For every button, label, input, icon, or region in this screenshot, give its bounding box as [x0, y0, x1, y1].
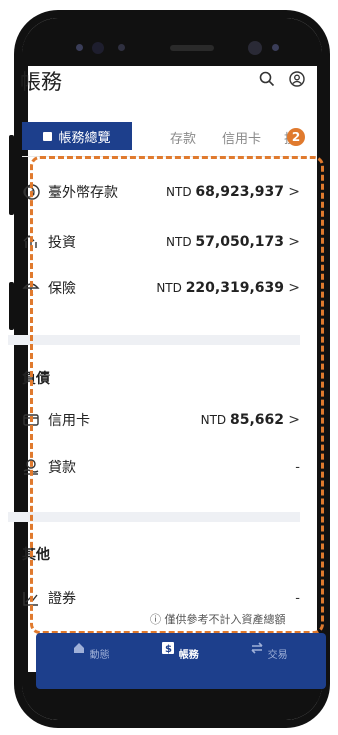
nav-label: 動態 — [89, 650, 110, 661]
asset-row-foreign-deposit[interactable]: $ 臺外幣存款 NTD 68,923,937 > — [22, 180, 300, 204]
bezel-right — [317, 18, 322, 720]
nav-item-dynamics[interactable]: 動態 — [61, 641, 121, 661]
other-label: 證券 — [48, 591, 76, 607]
front-camera — [248, 41, 262, 55]
account-icon[interactable] — [288, 70, 306, 88]
asset-label: 投資 — [48, 235, 76, 251]
asset-row-insurance[interactable]: 保險 NTD 220,319,639 > — [22, 276, 300, 300]
page-title: 帳務 — [20, 70, 62, 94]
asset-amount: NTD 220,319,639 — [156, 280, 284, 296]
section-divider — [8, 335, 300, 345]
loan-icon — [23, 459, 39, 475]
sensor-dot — [76, 44, 83, 51]
dollar-icon: $ — [162, 642, 175, 655]
speaker-grill — [170, 45, 214, 51]
nav-label: 帳務 — [178, 650, 199, 661]
asset-row-investment[interactable]: 投資 NTD 57,050,173 > — [22, 230, 300, 254]
section-divider — [8, 512, 300, 522]
chevron-right-icon: > — [288, 280, 300, 296]
section-title-liabilities: 負債 — [22, 371, 50, 387]
asset-label: 保險 — [48, 281, 76, 297]
section-title-others: 其他 — [22, 547, 50, 563]
securities-chart-icon — [23, 592, 38, 606]
liability-label: 信用卡 — [48, 413, 90, 429]
tab-overview[interactable]: 帳務總覽 — [22, 122, 132, 150]
liability-value: - — [295, 459, 300, 475]
liability-amount: NTD 85,662 — [200, 412, 284, 428]
sensor-dot — [272, 44, 279, 51]
chevron-right-icon: > — [288, 234, 300, 250]
sensor-dot — [118, 44, 125, 51]
tab-overview-label: 帳務總覽 — [58, 130, 111, 146]
liability-row-loan[interactable]: 貸款 - — [22, 455, 300, 479]
disclaimer-note: ⓘ 僅供參考不計入資產總額 — [150, 613, 286, 626]
svg-text:$: $ — [30, 189, 35, 198]
chevron-right-icon: > — [288, 412, 300, 428]
bottom-nav: 動態 $ 帳務 交易 — [36, 633, 326, 689]
insurance-icon — [22, 283, 40, 296]
overview-icon — [43, 131, 53, 141]
tab-credit-card[interactable]: 信用卡 — [222, 128, 261, 147]
tab-deposit[interactable]: 存款 — [170, 128, 196, 147]
foreign-deposit-icon: $ — [23, 184, 40, 200]
asset-label: 臺外幣存款 — [48, 185, 118, 201]
home-icon — [74, 643, 85, 653]
other-row-securities[interactable]: 證券 - — [22, 586, 300, 610]
svg-text:$: $ — [165, 644, 172, 655]
nav-label: 交易 — [267, 650, 288, 661]
credit-card-icon — [23, 414, 39, 426]
tab-divider — [22, 156, 300, 157]
step-badge: 2 — [287, 128, 305, 146]
asset-amount: NTD 68,923,937 — [166, 184, 284, 200]
front-camera — [92, 42, 104, 54]
asset-amount: NTD 57,050,173 — [166, 234, 284, 250]
search-icon[interactable] — [258, 70, 276, 88]
chevron-right-icon: > — [288, 184, 300, 200]
liability-label: 貸款 — [48, 460, 76, 476]
other-value: - — [295, 590, 300, 606]
transfer-icon — [251, 642, 263, 654]
nav-item-transactions[interactable]: 交易 — [239, 641, 299, 661]
account-tabs: 帳務總覽 存款 信用卡 投 — [22, 122, 300, 157]
investment-icon — [23, 235, 37, 248]
phone-notch — [22, 18, 322, 66]
nav-item-accounts[interactable]: $ 帳務 — [150, 641, 210, 661]
liability-row-credit-card[interactable]: 信用卡 NTD 85,662 > — [22, 408, 300, 432]
